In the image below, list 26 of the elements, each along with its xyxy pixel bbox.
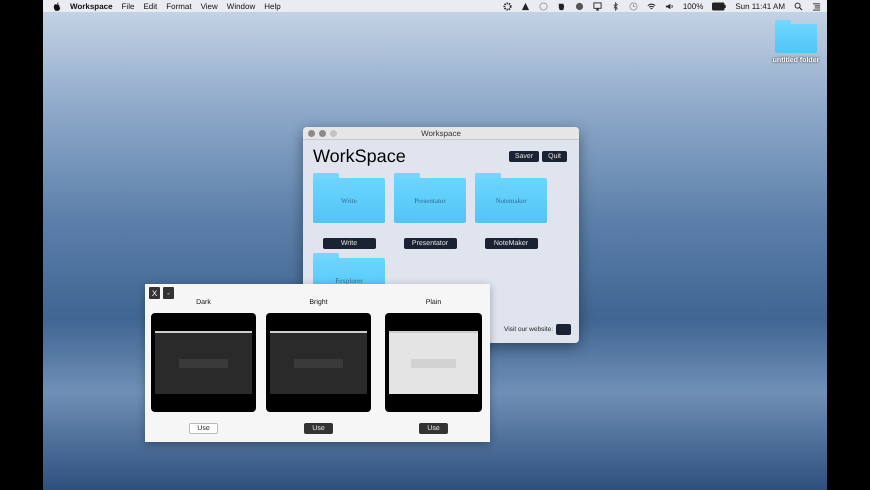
window-title: Workspace <box>421 128 461 138</box>
apple-icon[interactable] <box>53 2 61 10</box>
list-icon[interactable] <box>812 2 821 10</box>
bluetooth-icon[interactable] <box>610 2 620 10</box>
menu-item[interactable]: File <box>122 2 134 10</box>
panel-button[interactable]: - <box>163 287 174 299</box>
panel-button[interactable]: X <box>149 287 160 299</box>
airplay-icon[interactable] <box>592 2 602 10</box>
triangle-icon[interactable] <box>520 2 530 10</box>
menu-item[interactable]: Help <box>264 2 281 10</box>
menu-clock[interactable]: Sun 11:41 AM <box>735 2 785 10</box>
circle-icon[interactable] <box>574 2 584 10</box>
app-menu[interactable]: Workspace <box>70 2 113 10</box>
menu-item[interactable]: Edit <box>143 2 158 10</box>
close-button[interactable] <box>308 130 315 136</box>
menu-item[interactable]: Format <box>166 2 192 10</box>
volume-icon[interactable] <box>664 2 674 10</box>
battery-percent: 100% <box>682 2 704 10</box>
battery-icon[interactable] <box>712 2 726 10</box>
menu-item[interactable]: Window <box>226 2 256 10</box>
minimize-button[interactable] <box>319 130 326 136</box>
gear-icon[interactable] <box>502 2 512 10</box>
search-icon[interactable] <box>794 2 803 10</box>
app-heading: WorkSpace <box>313 146 406 167</box>
wifi-icon[interactable] <box>646 2 656 10</box>
menu-item[interactable]: View <box>200 2 218 10</box>
